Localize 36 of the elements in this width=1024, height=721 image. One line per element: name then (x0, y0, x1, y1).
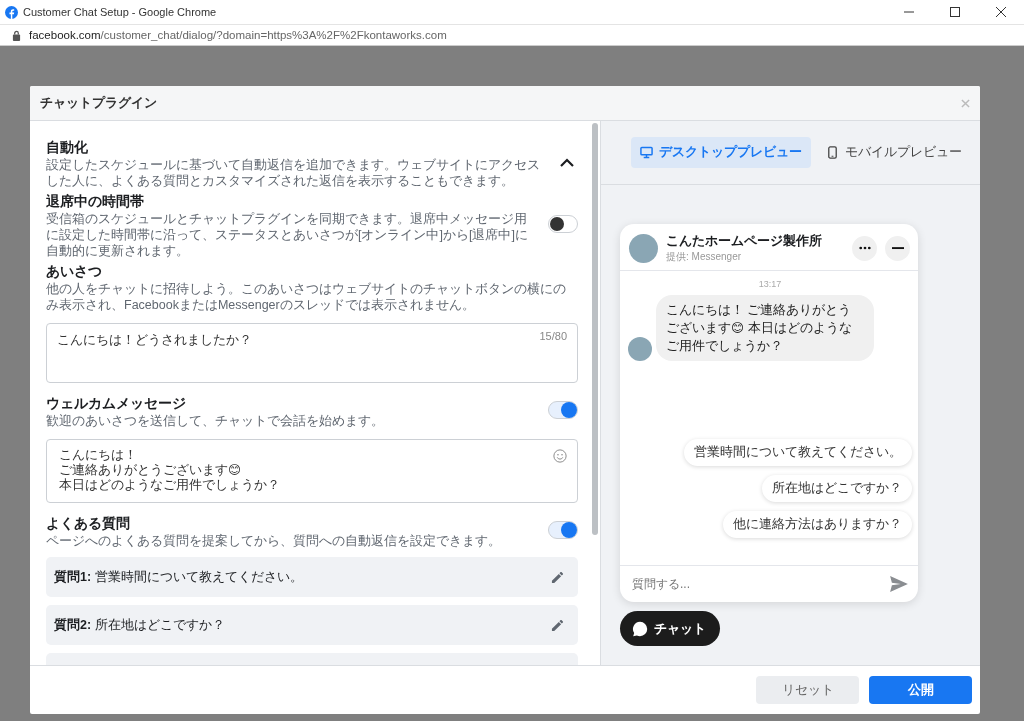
page-name: こんたホームページ製作所 (666, 232, 823, 250)
quick-reply-button[interactable]: 他に連絡方法はありますか？ (723, 511, 912, 538)
greeting-text: こんにちは！どうされましたか？ (57, 333, 252, 347)
reset-button[interactable]: リセット (756, 676, 859, 704)
section-title: 退席中の時間帯 (46, 193, 145, 211)
greeting-text-field[interactable]: こんにちは！どうされましたか？ 15/80 (46, 323, 578, 383)
welcome-message-line: ご連絡ありがとうございます😊 (59, 463, 242, 478)
dialog-title: チャットプラグイン (40, 94, 157, 112)
welcome-message-line: 本日はどのようなご用件でしょうか？ (59, 478, 280, 493)
window-title: Customer Chat Setup - Google Chrome (23, 6, 217, 18)
message-bubble: こんにちは！ ご連絡ありがとうございます😊 本日はどのようなご用件でしょうか？ (656, 295, 874, 361)
section-description: 設定したスケジュールに基づいて自動返信を追加できます。ウェブサイトにアクセスした人に、よくある質問とカスタマイズされた返信を表示することもできます。 (46, 157, 541, 189)
message-time: 13:17 (757, 279, 783, 289)
question-card[interactable]: 質問1: 営業時間について教えてください。 (46, 557, 578, 597)
section-description: 歓迎のあいさつを送信して、チャットで会話を始めます。 (46, 413, 385, 429)
quick-reply-button[interactable]: 所在地はどこですか？ (762, 475, 912, 502)
section-title: ウェルカムメッセージ (46, 395, 187, 413)
welcome-message-field[interactable]: こんにちは！ ご連絡ありがとうございます😊 本日はどのようなご用件でしょうか？ (46, 439, 578, 503)
section-title: 自動化 (46, 139, 89, 157)
message-input[interactable]: 質問する... (630, 576, 890, 592)
section-description: 他の人をチャットに招待しよう。このあいさつはウェブサイトのチャットボタンの横にのみ表示され、FacebookまたはMessengerのスレッドでは表示されません。 (46, 281, 567, 313)
publish-button[interactable]: 公開 (869, 676, 972, 704)
preview-tab[interactable]: モバイルプレビュー (817, 137, 971, 168)
question-text: 質問1: 営業時間について教えてください。 (54, 568, 304, 586)
section-description: 受信箱のスケジュールとチャットプラグインを同期できます。退席中メッセージ用に設定した時間帯に沿って、ステータスとあいさつが[オンライン中]から[退席中]に自動的に更新されます。 (46, 211, 529, 259)
section-description: ページへのよくある質問を提案してから、質問への自動返信を設定できます。 (46, 533, 502, 549)
section-title: よくある質問 (46, 515, 131, 533)
url-text: facebook.com/customer_chat/dialog/?domain=https%3A%2F%2Fkontaworks.com (29, 29, 447, 41)
chat-subtitle: 提供: Messenger (666, 250, 743, 264)
question-card[interactable]: 質問2: 所在地はどこですか？ (46, 605, 578, 645)
quick-reply-button[interactable]: 営業時間について教えてください。 (684, 439, 912, 466)
chat-button[interactable]: チャット (620, 611, 720, 646)
section-title: あいさつ (46, 263, 103, 281)
welcome-message-line: こんにちは！ (59, 448, 137, 463)
character-counter: 15/80 (539, 330, 567, 342)
question-text: 質問2: 所在地はどこですか？ (54, 616, 226, 634)
